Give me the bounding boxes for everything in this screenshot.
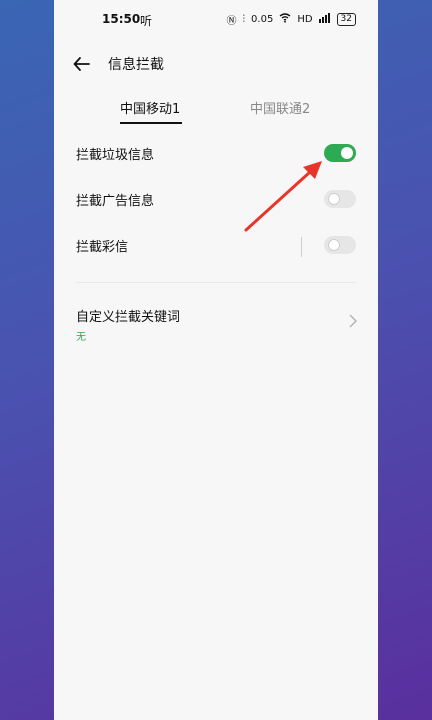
phone-screen: 15:50 听 Ⓝ ⫶ 0.05 HD 32 信息拦截 中国移动1 中国联通2 — [54, 0, 378, 720]
annotation-arrow — [244, 161, 322, 232]
